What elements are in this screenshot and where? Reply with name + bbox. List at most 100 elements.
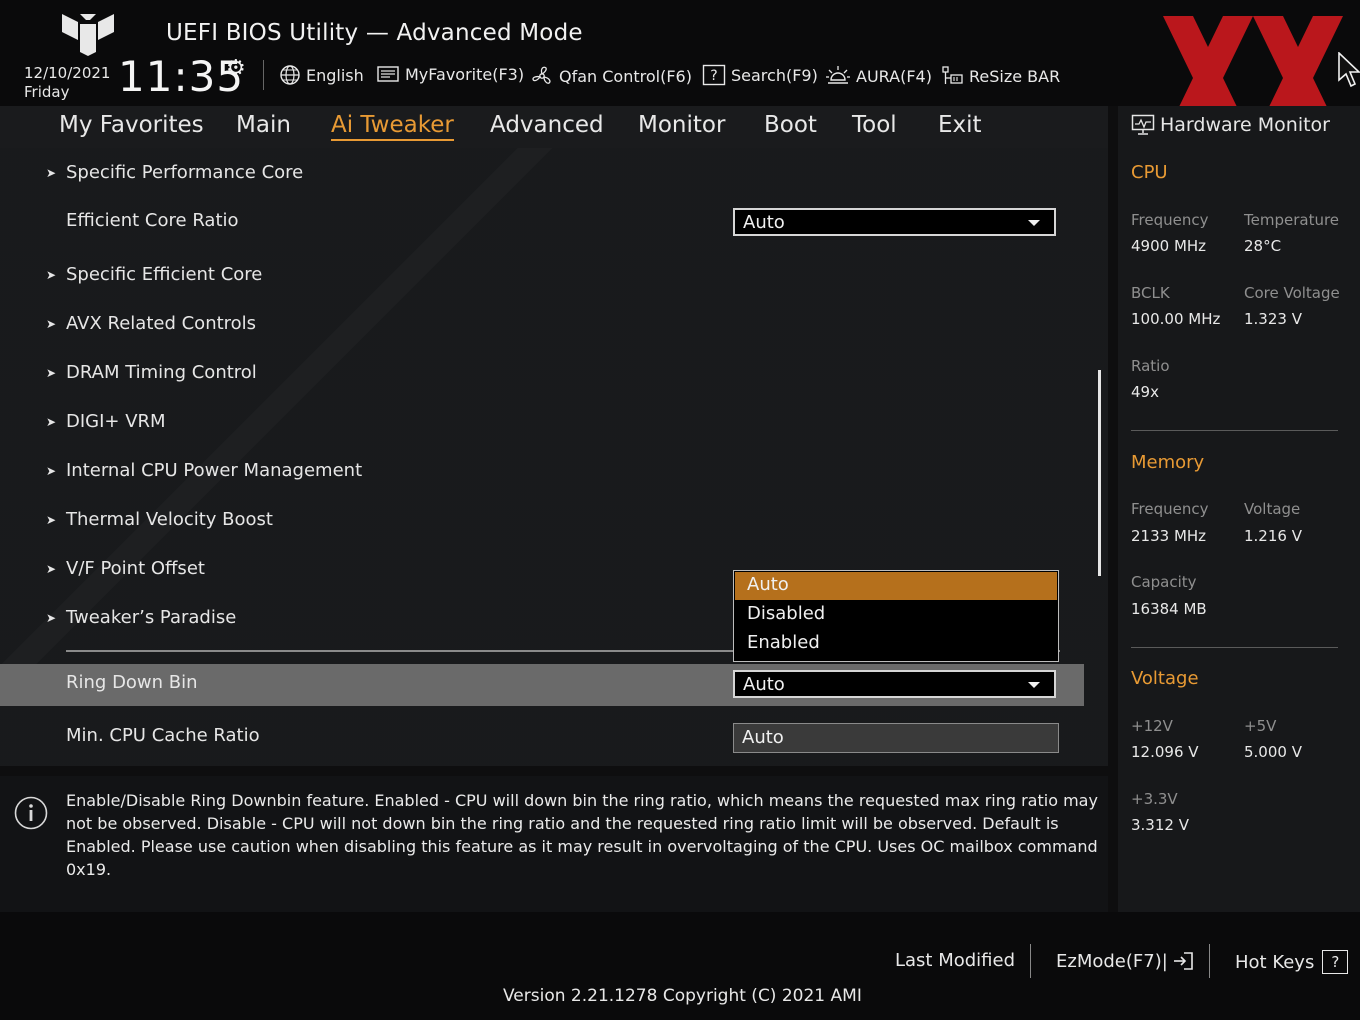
hw-5v-label: +5V bbox=[1244, 717, 1277, 735]
hw-cpu-temperature-value: 28°C bbox=[1244, 237, 1282, 255]
tab-boot[interactable]: Boot bbox=[764, 112, 817, 138]
resize-bar-button[interactable]: ReSize BAR bbox=[940, 64, 1060, 88]
efficient-core-ratio-select[interactable]: Auto bbox=[733, 208, 1056, 236]
hw-33v-label: +3.3V bbox=[1131, 790, 1178, 808]
chevron-right-icon: ➤ bbox=[46, 562, 57, 576]
aura-button[interactable]: AURA(F4) bbox=[825, 64, 932, 88]
ring-down-bin-select[interactable]: Auto bbox=[733, 670, 1056, 698]
hw-mem-frequency-label: Frequency bbox=[1131, 500, 1209, 518]
chevron-right-icon: ➤ bbox=[46, 415, 57, 429]
tab-monitor[interactable]: Monitor bbox=[638, 112, 725, 138]
tuf-logo-icon bbox=[62, 14, 114, 56]
language-label: English bbox=[306, 65, 364, 85]
dropdown-options-list: Auto Disabled Enabled bbox=[733, 570, 1059, 662]
hw-12v-label: +12V bbox=[1131, 717, 1173, 735]
ezmode-label: EzMode(F7)| bbox=[1056, 950, 1168, 972]
monitor-icon bbox=[1131, 114, 1155, 135]
tab-my-favorites[interactable]: My Favorites bbox=[59, 112, 204, 138]
hw-cpu-heading: CPU bbox=[1131, 162, 1168, 183]
chevron-right-icon: ➤ bbox=[46, 611, 57, 625]
hw-core-voltage-label: Core Voltage bbox=[1244, 284, 1340, 302]
tab-ai-tweaker[interactable]: Ai Tweaker bbox=[331, 112, 454, 141]
version-info: Version 2.21.1278 Copyright (C) 2021 AMI bbox=[503, 986, 862, 1006]
submenu-vf-point-offset[interactable]: V/F Point Offset bbox=[66, 558, 205, 579]
submenu-internal-cpu-power-management[interactable]: Internal CPU Power Management bbox=[66, 460, 362, 481]
hw-mem-frequency-value: 2133 MHz bbox=[1131, 527, 1207, 545]
ring-down-bin-value: Auto bbox=[743, 674, 785, 695]
submenu-tweakers-paradise[interactable]: Tweaker’s Paradise bbox=[66, 607, 236, 628]
header-separator bbox=[263, 60, 264, 90]
hw-cpu-temperature-label: Temperature bbox=[1244, 211, 1340, 229]
hw-33v-value: 3.312 V bbox=[1131, 816, 1189, 834]
hw-voltage-heading: Voltage bbox=[1131, 668, 1199, 689]
min-cpu-cache-ratio-value: Auto bbox=[742, 727, 784, 748]
option-enabled[interactable]: Enabled bbox=[735, 630, 1057, 658]
hw-mem-voltage-value: 1.216 V bbox=[1244, 527, 1302, 545]
aura-label: AURA(F4) bbox=[856, 66, 932, 86]
fan-icon bbox=[532, 66, 551, 84]
submenu-digi-vrm[interactable]: DIGI+ VRM bbox=[66, 411, 166, 432]
submenu-avx-related-controls[interactable]: AVX Related Controls bbox=[66, 313, 256, 334]
efficient-core-ratio-value: Auto bbox=[743, 212, 785, 233]
chevron-right-icon: ➤ bbox=[46, 268, 57, 282]
chevron-down-icon bbox=[1028, 220, 1040, 226]
search-label: Search(F9) bbox=[731, 65, 818, 85]
mouse-cursor-icon bbox=[1338, 52, 1360, 88]
chevron-right-icon: ➤ bbox=[46, 366, 57, 380]
footer-separator bbox=[1030, 944, 1031, 978]
hw-cpu-frequency-value: 4900 MHz bbox=[1131, 237, 1207, 255]
tab-main[interactable]: Main bbox=[236, 112, 291, 138]
resize-bar-label: ReSize BAR bbox=[969, 66, 1061, 86]
hw-core-voltage-value: 1.323 V bbox=[1244, 310, 1302, 328]
aura-light-icon bbox=[826, 66, 850, 84]
option-auto[interactable]: Auto bbox=[735, 572, 1057, 600]
gear-icon[interactable]: ⚙ bbox=[226, 56, 246, 81]
hot-keys-label: Hot Keys bbox=[1235, 951, 1315, 973]
hw-capacity-value: 16384 MB bbox=[1131, 600, 1207, 618]
date-display: 12/10/2021 bbox=[24, 64, 111, 82]
hardware-monitor-title: Hardware Monitor bbox=[1160, 114, 1330, 136]
tab-exit[interactable]: Exit bbox=[938, 112, 982, 138]
question-box-icon: ? bbox=[702, 64, 726, 86]
window-title: UEFI BIOS Utility — Advanced Mode bbox=[166, 20, 583, 46]
hw-bclk-value: 100.00 MHz bbox=[1131, 310, 1221, 328]
submenu-specific-efficient-core[interactable]: Specific Efficient Core bbox=[66, 264, 262, 285]
info-icon bbox=[14, 796, 48, 830]
footer-separator bbox=[1209, 944, 1210, 978]
hw-divider bbox=[1131, 647, 1338, 648]
tab-advanced[interactable]: Advanced bbox=[490, 112, 604, 138]
svg-text:?: ? bbox=[710, 68, 717, 84]
submenu-thermal-velocity-boost[interactable]: Thermal Velocity Boost bbox=[66, 509, 273, 530]
submenu-specific-performance-core[interactable]: Specific Performance Core bbox=[66, 162, 303, 183]
hw-memory-heading: Memory bbox=[1131, 452, 1205, 473]
qfan-control-button[interactable]: Qfan Control(F6) bbox=[530, 64, 692, 88]
hw-5v-value: 5.000 V bbox=[1244, 743, 1302, 761]
hw-mem-voltage-label: Voltage bbox=[1244, 500, 1301, 518]
myfavorite-label: MyFavorite(F3) bbox=[405, 64, 525, 84]
help-description: Enable/Disable Ring Downbin feature. Ena… bbox=[66, 791, 1098, 879]
last-modified-button[interactable]: Last Modified bbox=[895, 950, 1015, 971]
chevron-down-icon bbox=[1028, 682, 1040, 688]
question-box-icon: ? bbox=[1322, 950, 1349, 974]
hot-keys-button[interactable]: Hot Keys ? bbox=[1235, 950, 1349, 974]
language-button[interactable]: English bbox=[279, 64, 364, 86]
chevron-right-icon: ➤ bbox=[46, 166, 57, 180]
exit-arrow-icon bbox=[1173, 952, 1193, 970]
favorite-icon bbox=[377, 66, 399, 82]
submenu-dram-timing-control[interactable]: DRAM Timing Control bbox=[66, 362, 257, 383]
qfan-control-label: Qfan Control(F6) bbox=[559, 66, 692, 86]
myfavorite-button[interactable]: MyFavorite(F3) bbox=[376, 64, 524, 84]
scrollbar-thumb[interactable] bbox=[1098, 370, 1101, 576]
hw-cpu-frequency-label: Frequency bbox=[1131, 211, 1209, 229]
hw-divider bbox=[1131, 430, 1338, 431]
tab-tool[interactable]: Tool bbox=[852, 112, 897, 138]
option-disabled[interactable]: Disabled bbox=[735, 601, 1057, 629]
ring-down-bin-label: Ring Down Bin bbox=[66, 672, 198, 693]
min-cpu-cache-ratio-label: Min. CPU Cache Ratio bbox=[66, 725, 260, 746]
chevron-right-icon: ➤ bbox=[46, 513, 57, 527]
chevron-right-icon: ➤ bbox=[46, 464, 57, 478]
ezmode-button[interactable]: EzMode(F7)| bbox=[1056, 950, 1194, 972]
efficient-core-ratio-label: Efficient Core Ratio bbox=[66, 210, 239, 231]
search-button[interactable]: ? Search(F9) bbox=[702, 64, 818, 86]
min-cpu-cache-ratio-input[interactable]: Auto bbox=[733, 723, 1059, 753]
